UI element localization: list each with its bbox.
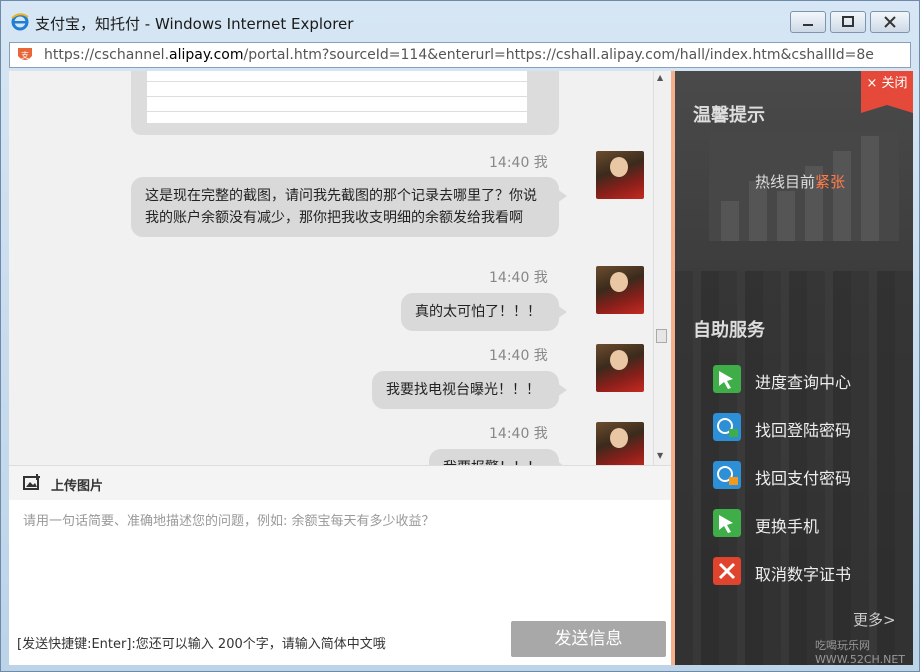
page-content: 14:40 我 这是现在完整的截图，请问我先截图的那个记录去哪里了？你说我的账户… — [9, 71, 913, 665]
more-link[interactable]: 更多> — [853, 609, 896, 630]
address-domain: alipay.com — [169, 47, 244, 63]
address-bar[interactable]: 支 https://cschannel.alipay.com/portal.ht… — [9, 42, 911, 68]
search-progress-icon — [713, 365, 741, 393]
scrollbar-thumb[interactable] — [656, 329, 667, 343]
message-bubble: 我要报警！！！ — [429, 449, 567, 465]
certificate-cancel-icon — [713, 557, 741, 585]
avatar — [596, 422, 644, 465]
service-label: 找回支付密码 — [755, 469, 852, 488]
message-bubble: 真的太可怕了！！！ — [401, 293, 567, 331]
ie-logo-icon — [11, 13, 29, 31]
address-prefix: https://cschannel. — [44, 47, 170, 63]
scroll-up-icon[interactable]: ▲ — [657, 73, 663, 82]
message-time: 14:40 我 — [489, 270, 548, 286]
close-sidebar-button[interactable]: × 关闭 — [861, 71, 913, 113]
tips-title: 温馨提示 — [693, 105, 765, 126]
message-input-area[interactable]: 请用一句话简要、准确地描述您的问题，例如: 余额宝每天有多少收益？ [发送快捷键… — [9, 500, 671, 665]
message-input-placeholder[interactable]: 请用一句话简要、准确地描述您的问题，例如: 余额宝每天有多少收益？ — [23, 510, 435, 529]
ie-window: 支付宝，知托付 - Windows Internet Explorer 支 ht… — [0, 0, 920, 672]
service-label: 找回登陆密码 — [755, 421, 852, 440]
address-url[interactable]: https://cschannel.alipay.com/portal.htm?… — [44, 47, 906, 63]
upload-toolbar: 上传图片 — [9, 465, 671, 501]
lock-icon — [713, 413, 741, 441]
message-time: 14:40 我 — [489, 426, 548, 442]
message-time: 14:40 我 — [489, 155, 548, 171]
message-bubble: 这是现在完整的截图，请问我先截图的那个记录去哪里了？你说我的账户余额没有减少，那… — [131, 177, 567, 237]
service-label: 取消数字证书 — [755, 565, 852, 584]
svg-text:支: 支 — [21, 50, 29, 60]
message-time: 14:40 我 — [489, 348, 548, 364]
self-service-title: 自助服务 — [693, 320, 765, 341]
screenshot-message-bubble[interactable] — [131, 71, 559, 135]
message-bubble: 我要找电视台曝光！！！ — [372, 371, 567, 409]
service-label: 更换手机 — [755, 517, 820, 536]
hotline-status: 紧张 — [815, 173, 846, 191]
minimize-icon — [803, 24, 813, 26]
hotline-status-box: 热线目前紧张 — [709, 131, 899, 241]
avatar — [596, 344, 644, 392]
scroll-down-icon[interactable]: ▼ — [657, 451, 663, 460]
send-button[interactable]: 发送信息 — [511, 621, 666, 657]
chat-scrollbar[interactable]: ▲ ▼ — [653, 71, 670, 465]
service-label: 进度查询中心 — [755, 373, 852, 392]
alipay-site-icon: 支 — [18, 48, 32, 60]
upload-image-button[interactable]: 上传图片 — [51, 475, 103, 494]
phone-icon — [713, 509, 741, 537]
maximize-button[interactable] — [830, 11, 866, 33]
watermark: 吃喝玩乐网 WWW.52CH.NET — [815, 639, 906, 665]
avatar — [596, 151, 644, 199]
minimize-button[interactable] — [790, 11, 826, 33]
window-title: 支付宝，知托付 - Windows Internet Explorer — [35, 15, 354, 33]
screenshot-image — [147, 71, 527, 127]
avatar — [596, 266, 644, 314]
close-window-button[interactable] — [870, 11, 910, 33]
input-hint: [发送快捷键:Enter]:您还可以输入 200个字，请输入简体中文哦 — [17, 637, 386, 652]
key-icon — [713, 461, 741, 489]
address-suffix: /portal.htm?sourceId=114&enterurl=https:… — [243, 47, 874, 63]
upload-image-icon[interactable] — [23, 474, 41, 492]
hotline-prefix: 热线目前 — [755, 173, 816, 191]
sidebar: × 关闭 温馨提示 热线目前紧张 自助服务 进度查询中心 找回登陆密码 找回支付… — [675, 71, 913, 665]
hotline-status-text: 热线目前紧张 — [755, 171, 845, 192]
close-icon — [884, 16, 896, 28]
chat-history[interactable]: 14:40 我 这是现在完整的截图，请问我先截图的那个记录去哪里了？你说我的账户… — [9, 71, 671, 465]
title-bar: 支付宝，知托付 - Windows Internet Explorer — [1, 1, 919, 41]
maximize-icon — [842, 16, 854, 27]
